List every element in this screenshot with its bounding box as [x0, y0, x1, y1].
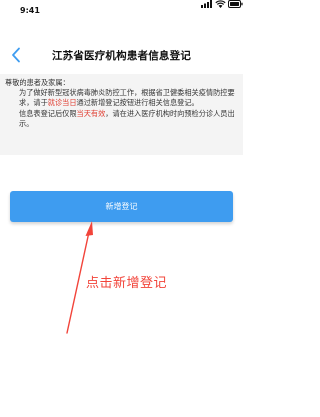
annotation-label: 点击新增登记: [86, 276, 168, 291]
notice-greeting: 尊敬的患者及家属：: [5, 78, 70, 87]
notice-highlight: 当天有效: [76, 108, 106, 118]
notice-text-segment: 信息表登记后仅限: [19, 108, 77, 118]
notice-paragraph-2: 信息表登记后仅限当天有效，请在进入医疗机构时向预检分诊人员出示。: [5, 109, 237, 129]
new-registration-button[interactable]: 新增登记: [10, 191, 233, 222]
status-time: 9:41: [20, 6, 40, 15]
notice-highlight: 就诊当日: [47, 98, 77, 108]
notice-text: 尊敬的患者及家属： 为了做好新型冠状病毒肺炎防控工作，根据省卫健委相关疫情防控要…: [5, 78, 237, 129]
wifi-icon: [215, 0, 226, 8]
status-bar: 9:41: [0, 0, 243, 22]
notice-paragraph-1: 为了做好新型冠状病毒肺炎防控工作，根据省卫健委相关疫情防控要求，请于就诊当日通过…: [5, 88, 237, 108]
battery-icon: [228, 0, 243, 8]
notice-card: 尊敬的患者及家属： 为了做好新型冠状病毒肺炎防控工作，根据省卫健委相关疫情防控要…: [0, 74, 243, 155]
page-title: 江苏省医疗机构患者信息登记: [51, 50, 192, 62]
notice-text-segment: 通过新增登记按钮进行相关信息登记。: [76, 98, 199, 108]
nav-bar: 江苏省医疗机构患者信息登记: [0, 44, 243, 70]
signal-icon: [201, 0, 212, 8]
